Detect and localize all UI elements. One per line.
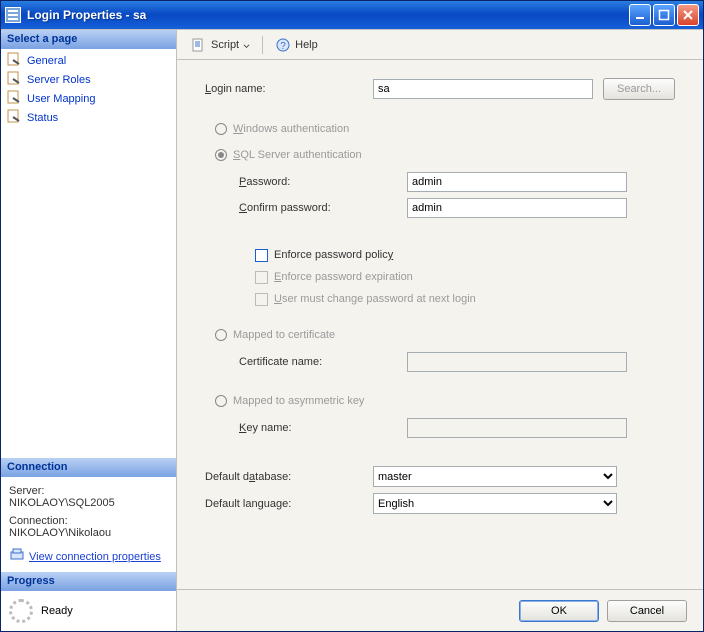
connection-label: Connection: [9,515,168,527]
mapped-asym-label: Mapped to asymmetric key [233,395,364,407]
mapped-cert-label: Mapped to certificate [233,329,335,341]
checkbox-icon [255,249,268,262]
nav-item-user-mapping[interactable]: User Mapping [1,89,176,108]
progress-section: Ready [1,591,176,631]
script-icon [191,37,207,53]
cert-name-label: Certificate name: [239,356,407,368]
enforce-expiration-label: Enforce password expiration [274,271,413,283]
left-panel: Select a page General Server Roles User … [1,30,177,631]
titlebar: Login Properties - sa [1,1,703,29]
page-icon [7,90,23,107]
help-icon: ? [275,37,291,53]
nav-item-status[interactable]: Status [1,108,176,127]
confirm-password-label: Confirm password: [239,202,407,214]
select-page-header: Select a page [1,30,176,49]
radio-sql-auth: SQL Server authentication [205,146,689,164]
server-value: NIKOLAOY\SQL2005 [9,497,168,509]
login-name-label: Login name: [205,83,373,95]
view-connection-row: View connection properties [9,547,168,566]
radio-icon [215,123,227,135]
password-label: Password: [239,176,407,188]
cert-name-input [407,352,627,372]
dialog-footer: OK Cancel [177,589,703,631]
body: Select a page General Server Roles User … [1,29,703,631]
radio-icon [215,329,227,341]
view-connection-link[interactable]: View connection properties [29,551,161,563]
close-button[interactable] [677,4,699,26]
cancel-button[interactable]: Cancel [607,600,687,622]
default-lang-label: Default language: [205,498,373,510]
must-change-row: User must change password at next login [205,290,689,308]
nav-label: Server Roles [27,74,91,86]
enforce-policy-row[interactable]: Enforce password policy [205,246,689,264]
key-name-label: Key name: [239,422,407,434]
connection-section: Server: NIKOLAOY\SQL2005 Connection: NIK… [1,477,176,572]
window-title: Login Properties - sa [27,8,629,22]
minimize-button[interactable] [629,4,651,26]
page-icon [7,71,23,88]
script-label: Script [211,39,239,51]
page-icon [7,109,23,126]
app-icon [5,7,21,23]
main-form: Login name: Search... Windows authentica… [177,60,703,589]
default-db-label: Default database: [205,471,373,483]
help-button[interactable]: ? Help [271,35,322,55]
progress-header: Progress [1,572,176,591]
nav-item-server-roles[interactable]: Server Roles [1,70,176,89]
checkbox-icon [255,271,268,284]
confirm-password-input[interactable] [407,198,627,218]
must-change-label: User must change password at next login [274,293,476,305]
default-language-select[interactable]: English [373,493,617,514]
ok-button[interactable]: OK [519,600,599,622]
radio-windows-auth: Windows authentication [205,120,689,138]
radio-mapped-cert: Mapped to certificate [205,326,689,344]
progress-spinner-icon [9,599,33,623]
window: Login Properties - sa Select a page Gene… [0,0,704,632]
key-name-input [407,418,627,438]
nav-label: User Mapping [27,93,95,105]
sql-auth-label: SQL Server authentication [233,149,362,161]
radio-icon [215,149,227,161]
nav-label: General [27,55,66,67]
maximize-button[interactable] [653,4,675,26]
checkbox-icon [255,293,268,306]
page-icon [7,52,23,69]
right-panel: Script ? Help Login name: Search... [177,30,703,631]
connection-value: NIKOLAOY\Nikolaou [9,527,168,539]
login-name-input[interactable] [373,79,593,99]
nav-item-general[interactable]: General [1,51,176,70]
default-database-select[interactable]: master [373,466,617,487]
progress-status: Ready [41,605,73,617]
help-label: Help [295,39,318,51]
svg-text:?: ? [280,41,286,52]
connection-header: Connection [1,458,176,477]
enforce-policy-label: Enforce password policy [274,249,393,261]
window-controls [629,4,699,26]
radio-mapped-asym: Mapped to asymmetric key [205,392,689,410]
nav-list: General Server Roles User Mapping Status [1,49,176,129]
password-input[interactable] [407,172,627,192]
script-button[interactable]: Script [187,35,254,55]
radio-icon [215,395,227,407]
toolbar-separator [262,36,263,54]
chevron-down-icon [243,41,250,48]
enforce-expiration-row: Enforce password expiration [205,268,689,286]
nav-label: Status [27,112,58,124]
server-label: Server: [9,485,168,497]
search-button[interactable]: Search... [603,78,675,100]
connection-icon [9,547,25,566]
toolbar: Script ? Help [177,30,703,60]
windows-auth-label: Windows authentication [233,123,349,135]
